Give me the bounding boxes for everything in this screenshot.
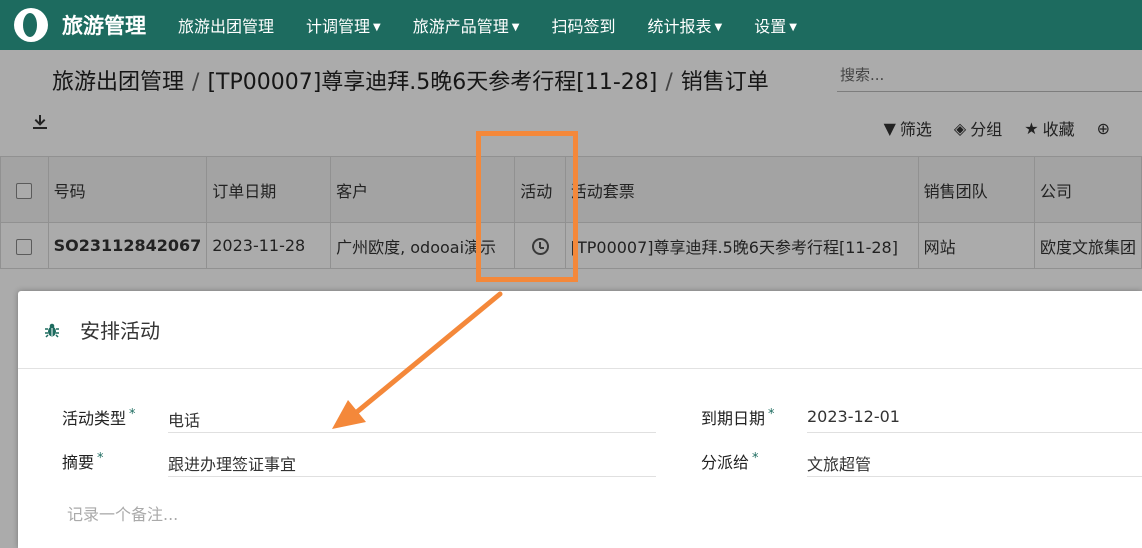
annotation-arrow-icon [332, 291, 503, 429]
